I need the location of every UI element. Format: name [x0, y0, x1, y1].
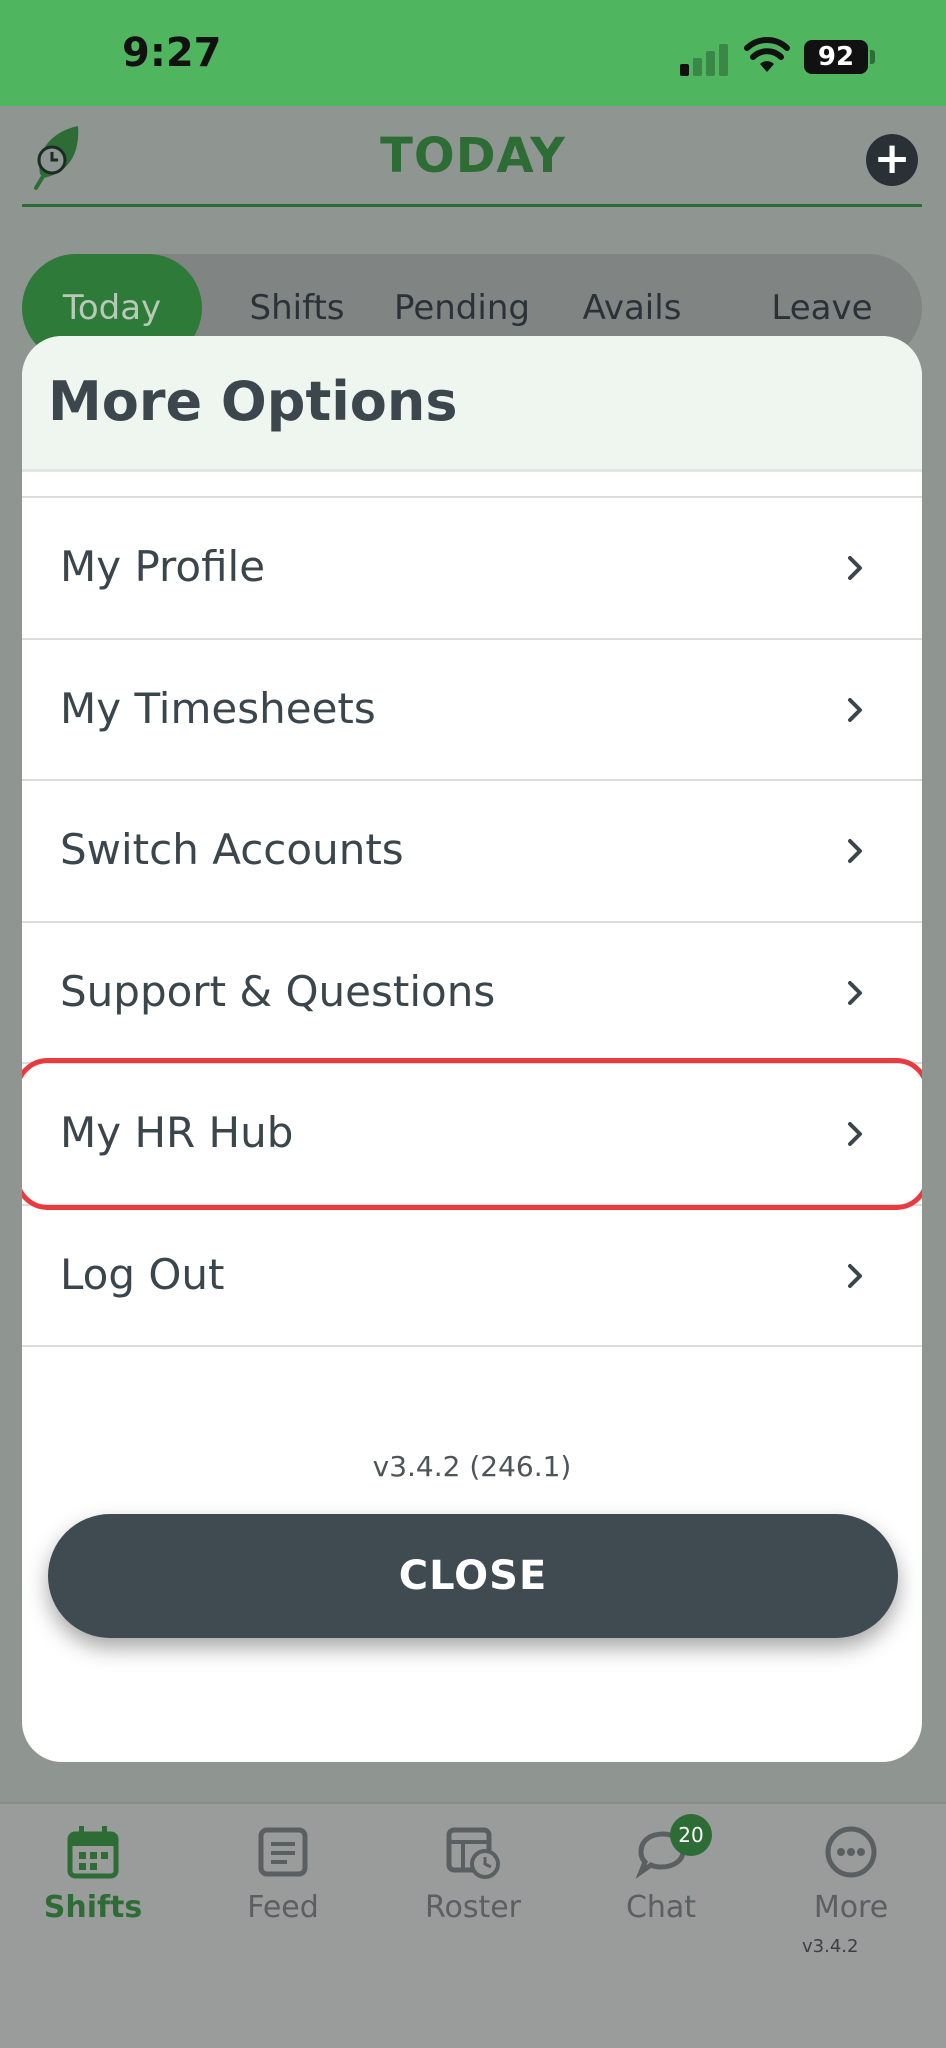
plus-circle-icon[interactable]: +	[866, 134, 918, 186]
chevron-right-icon	[848, 839, 862, 863]
nav-label-chat: Chat	[625, 1890, 697, 1925]
chevron-right-icon	[848, 1263, 862, 1288]
document-icon	[258, 1827, 308, 1877]
signal-icon	[680, 42, 730, 76]
nav-item-chat[interactable]: 20 Chat	[586, 1814, 736, 1925]
nav-label-feed: Feed	[247, 1890, 319, 1925]
nav-label-more: More	[813, 1890, 889, 1925]
nav-item-more[interactable]: More	[776, 1824, 926, 1925]
menu-item-support-questions[interactable]: Support & Questions	[22, 923, 922, 1064]
menu-item-label: My HR Hub	[60, 1108, 294, 1157]
menu-item-label: My Profile	[60, 542, 266, 591]
menu-list: My Profile My Timesheets Switch Accounts…	[22, 496, 922, 1347]
page-title: TODAY	[380, 128, 566, 184]
chevron-right-icon	[848, 980, 862, 1005]
calendar-icon	[67, 1826, 119, 1879]
menu-item-my-hr-hub[interactable]: My HR Hub	[22, 1058, 922, 1210]
nav-item-roster[interactable]: Roster	[398, 1824, 548, 1925]
wifi-icon	[744, 37, 790, 72]
bottom-nav: Shifts Feed Roster 20 Chat More	[0, 1802, 946, 2048]
chevron-right-icon	[848, 556, 862, 580]
menu-item-my-timesheets[interactable]: My Timesheets	[22, 640, 922, 781]
chat-badge: 20	[670, 1814, 712, 1856]
menu-item-label: Switch Accounts	[60, 825, 404, 874]
app-version: v3.4.2 (246.1)	[372, 1450, 572, 1483]
menu-item-label: Support & Questions	[60, 966, 496, 1016]
battery-tip	[870, 50, 875, 64]
menu-item-my-profile[interactable]: My Profile	[22, 498, 922, 640]
nav-version: v3.4.2	[802, 1936, 859, 1957]
nav-label-shifts: Shifts	[43, 1890, 143, 1925]
nav-label-roster: Roster	[424, 1890, 522, 1925]
modal-header: More Options	[22, 336, 922, 472]
menu-item-log-out[interactable]: Log Out	[22, 1206, 922, 1347]
menu-item-switch-accounts[interactable]: Switch Accounts	[22, 781, 922, 923]
status-time: 9:27	[122, 30, 222, 76]
chevron-right-icon	[848, 1122, 862, 1146]
roster-clock-icon	[446, 1827, 500, 1879]
modal-title: More Options	[48, 370, 458, 433]
close-button[interactable]: CLOSE	[48, 1514, 898, 1638]
more-dots-icon	[825, 1826, 877, 1878]
menu-item-label: My Timesheets	[60, 683, 376, 733]
header-divider	[22, 204, 922, 207]
app-header: TODAY +	[0, 106, 946, 207]
nav-item-shifts[interactable]: Shifts	[18, 1824, 168, 1925]
menu-item-label: Log Out	[60, 1249, 225, 1299]
status-bar: 9:27 92	[0, 0, 946, 106]
battery-icon: 92	[804, 40, 868, 74]
chevron-right-icon	[848, 697, 862, 722]
nav-item-feed[interactable]: Feed	[208, 1824, 358, 1925]
more-options-modal: More Options My Profile My Timesheets Sw…	[22, 336, 922, 1762]
